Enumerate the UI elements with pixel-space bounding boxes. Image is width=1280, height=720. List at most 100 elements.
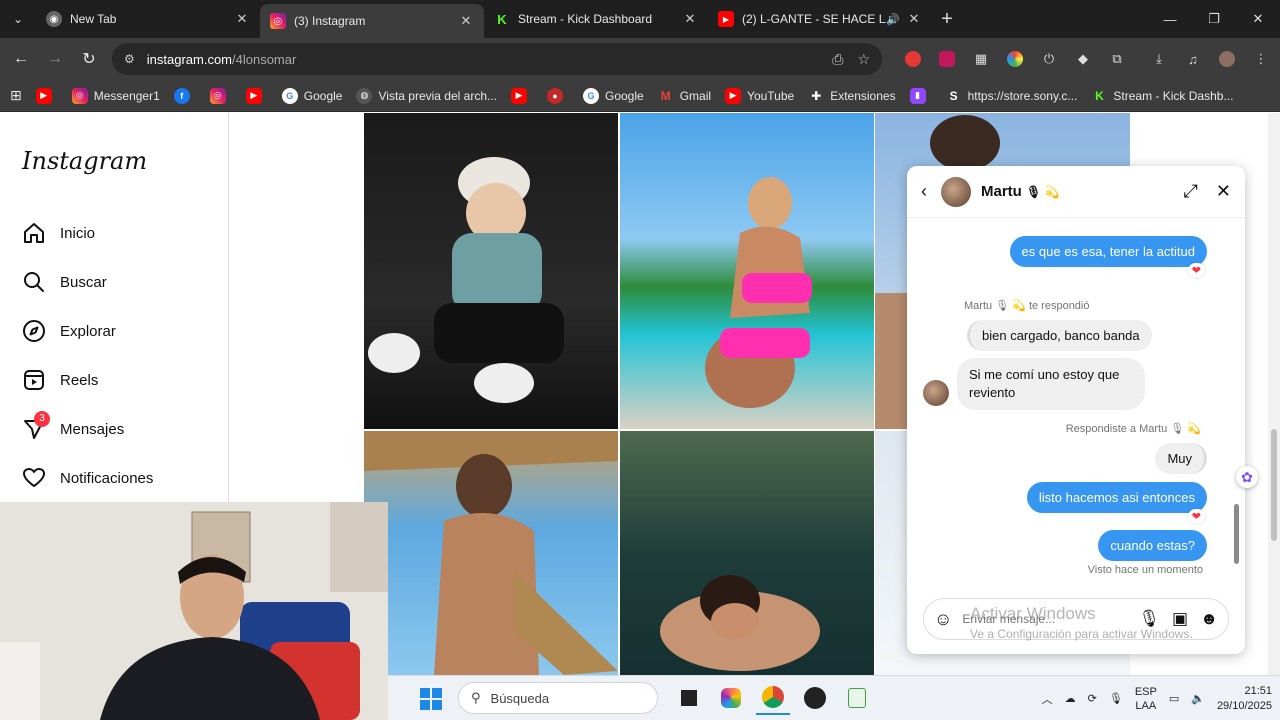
contact-name[interactable]: Martu 🎙 💫 <box>981 183 1166 200</box>
post-thumbnail[interactable] <box>620 431 874 675</box>
bookmark-messenger[interactable]: ◎ Messenger1 <box>71 87 160 104</box>
tab-new-tab[interactable]: ◉ New Tab ✕ <box>36 0 260 38</box>
screen: ⌄ ◉ New Tab ✕ ◎ (3) Instagram ✕ K Stream… <box>0 0 1280 720</box>
network-icon[interactable]: ▭ <box>1169 692 1179 705</box>
restore-button[interactable]: ❐ <box>1192 0 1236 38</box>
bookmark-facebook[interactable]: f <box>173 87 196 104</box>
extension-color-icon[interactable] <box>998 51 1032 68</box>
bookmark-youtube-4[interactable]: ▶ YouTube <box>725 87 794 104</box>
bookmark-star-icon[interactable]: ☆ <box>857 51 870 68</box>
obs-icon[interactable] <box>798 681 832 715</box>
minimize-button[interactable]: — <box>1148 0 1192 38</box>
chevron-up-icon[interactable]: ︿ <box>1042 691 1053 707</box>
avatar[interactable] <box>923 380 949 406</box>
install-app-icon[interactable]: ⎙ <box>832 51 843 68</box>
close-icon[interactable]: ✕ <box>234 11 250 27</box>
extension-red-icon[interactable] <box>896 51 930 68</box>
profile-avatar[interactable] <box>1210 51 1244 68</box>
nav-notificaciones[interactable]: Notificaciones <box>22 466 153 490</box>
back-button[interactable]: ← <box>4 50 38 68</box>
scrollbar-thumb[interactable] <box>1234 504 1239 564</box>
media-control-icon[interactable]: ♫ <box>1176 52 1210 67</box>
post-thumbnail[interactable] <box>364 113 618 429</box>
emoji-icon[interactable]: ☺ <box>934 609 952 630</box>
sticker-icon[interactable]: ☻ <box>1200 609 1218 629</box>
microphone-icon[interactable]: 🎙 <box>1109 692 1123 705</box>
post-thumbnail[interactable] <box>364 431 618 675</box>
avatar[interactable] <box>941 176 971 207</box>
extension-shield-icon[interactable] <box>930 51 964 68</box>
bookmark-google-2[interactable]: G Google <box>583 87 644 104</box>
bookmark-gmail[interactable]: M Gmail <box>657 87 711 104</box>
close-icon[interactable]: ✕ <box>1216 181 1231 202</box>
bookmark-youtube[interactable]: ▶ <box>35 87 58 104</box>
microphone-icon[interactable]: 🎙 <box>1138 609 1160 629</box>
extensions-puzzle-icon[interactable]: ⧉ <box>1100 51 1134 67</box>
bookmark-sony[interactable]: Shttps://store.sony.c... <box>945 87 1077 104</box>
message-incoming[interactable]: Si me comí uno estoy que reviento <box>957 358 1145 410</box>
volume-icon[interactable]: 🔈 <box>1191 692 1205 705</box>
message-outgoing[interactable]: listo hacemos asi entonces <box>1026 482 1207 513</box>
tab-instagram[interactable]: ◎ (3) Instagram ✕ <box>260 4 484 38</box>
windows-start-icon[interactable] <box>420 688 442 710</box>
image-icon[interactable]: ▣ <box>1172 609 1188 629</box>
nav-mensajes[interactable]: 3 Mensajes <box>22 411 124 441</box>
nav-inicio[interactable]: Inicio <box>22 221 95 245</box>
scrollbar-thumb[interactable] <box>1271 429 1277 541</box>
instagram-logo[interactable]: Instagram <box>22 147 147 175</box>
language-indicator[interactable]: ESP LAA <box>1135 685 1157 713</box>
apps-grid-icon[interactable]: ⊞ <box>10 87 22 104</box>
taskbar-search[interactable]: ⚲ Búsqueda <box>458 682 658 714</box>
extension-grid-icon[interactable]: ▦ <box>964 51 998 67</box>
tab-youtube[interactable]: ▶ (2) L-GANTE - SE HACE LA 🔊 ✕ <box>708 0 932 38</box>
floating-extension-icon[interactable]: ✿ <box>1236 466 1258 488</box>
download-icon[interactable]: ⤓ <box>1142 51 1176 67</box>
cloud-icon[interactable]: ☁ <box>1065 692 1076 705</box>
clock[interactable]: 21:51 29/10/2025 <box>1217 684 1272 714</box>
bookmark-vista-previa[interactable]: ◍ Vista previa del arch... <box>356 87 497 104</box>
bookmark-youtube-2[interactable]: ▶ <box>245 87 268 104</box>
close-icon[interactable]: ✕ <box>906 11 922 27</box>
close-icon[interactable]: ✕ <box>682 11 698 27</box>
sync-icon[interactable]: ⟳ <box>1088 692 1097 705</box>
message-outgoing[interactable]: es que es esa, tener la actitud <box>1009 236 1207 267</box>
page-scrollbar[interactable] <box>1268 113 1280 675</box>
bookmark-red[interactable]: ● <box>547 87 569 104</box>
task-view-icon[interactable] <box>672 681 706 715</box>
reload-button[interactable]: ↻ <box>72 49 106 69</box>
new-tab-button[interactable]: + <box>932 8 962 31</box>
close-window-button[interactable]: ✕ <box>1236 0 1280 38</box>
reaction-heart[interactable]: ❤ <box>1187 263 1205 278</box>
tab-kick-dashboard[interactable]: K Stream - Kick Dashboard ✕ <box>484 0 708 38</box>
post-thumbnail[interactable] <box>620 113 874 429</box>
bookmark-instagram[interactable]: ◎ <box>209 87 232 104</box>
bookmark-youtube-3[interactable]: ▶ <box>511 87 533 104</box>
bookmark-google-1[interactable]: G Google <box>281 87 342 104</box>
back-chevron-icon[interactable]: ‹ <box>921 181 927 202</box>
bookmark-twitch[interactable]: ▮ <box>909 87 932 104</box>
nav-reels[interactable]: Reels <box>22 368 98 392</box>
bookmark-kick[interactable]: K Stream - Kick Dashb... <box>1091 87 1233 104</box>
chrome-icon[interactable] <box>756 681 790 715</box>
extension-off-icon[interactable]: ⏻ <box>1032 51 1066 67</box>
nav-explorar[interactable]: Explorar <box>22 319 116 343</box>
quoted-message[interactable]: bien cargado, banco banda <box>967 320 1152 351</box>
reaction-heart[interactable]: ❤ <box>1187 509 1205 524</box>
tab-search-button[interactable]: ⌄ <box>0 0 36 38</box>
extension-diamond-icon[interactable]: ◆ <box>1066 51 1100 67</box>
address-bar[interactable]: ⚙ instagram.com/4lonsomar ⎙ ☆ <box>112 43 882 75</box>
chat-scrollbar[interactable] <box>1233 224 1239 580</box>
expand-icon[interactable]: ⤢ <box>1184 181 1198 202</box>
app-green-icon[interactable] <box>840 681 874 715</box>
quoted-message[interactable]: Muy <box>1155 443 1207 474</box>
close-icon[interactable]: ✕ <box>458 13 474 29</box>
site-info-icon[interactable]: ⚙ <box>124 52 135 66</box>
facebook-icon: f <box>173 87 190 104</box>
message-outgoing[interactable]: cuando estas? <box>1098 530 1207 561</box>
forward-button[interactable]: → <box>38 50 72 68</box>
nav-buscar[interactable]: Buscar <box>22 270 107 294</box>
copilot-icon[interactable] <box>714 681 748 715</box>
menu-icon[interactable]: ⋮ <box>1244 51 1278 67</box>
speaker-icon[interactable]: 🔊 <box>886 13 900 26</box>
bookmark-extensions[interactable]: ✚ Extensiones <box>808 87 896 104</box>
